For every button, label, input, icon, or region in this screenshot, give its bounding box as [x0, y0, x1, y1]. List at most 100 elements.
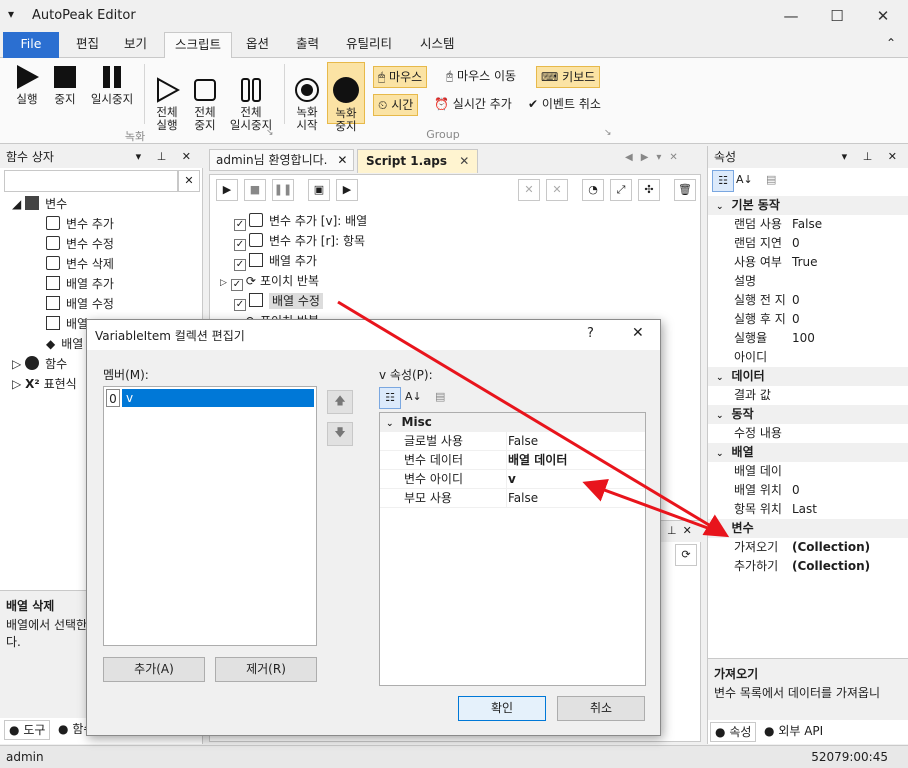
panel-controls-icon[interactable]: ▾ ⊥ ✕ [842, 146, 903, 168]
record-stop-button[interactable]: 녹화 중지 [327, 62, 365, 133]
system-menu-icon[interactable]: ▾ [8, 7, 14, 21]
script-line[interactable]: ▷✓⟳포이치 반복 [220, 271, 319, 291]
script-line[interactable]: ✓ 변수 추가 [v]: 배열 [234, 211, 367, 231]
property-value[interactable]: 0 [792, 310, 800, 329]
property-row[interactable]: 항목 위치 Last [708, 500, 908, 519]
panel-controls-icon[interactable]: ⊥✕ [667, 524, 698, 537]
script-pause-button[interactable]: ❚❚ [272, 179, 294, 201]
close-tab-icon[interactable]: ✕ [459, 154, 469, 168]
property-value[interactable]: 0 [792, 291, 800, 310]
dialog-property-row[interactable]: 글로벌 사용 False [380, 432, 645, 451]
property-category[interactable]: ⌄ 기본 동작 [708, 196, 908, 215]
tree-item-edit-array[interactable]: 배열 수정 [46, 294, 114, 314]
property-row[interactable]: 실행 후 지 0 [708, 310, 908, 329]
property-pages-icon[interactable]: ▤ [766, 173, 776, 186]
property-row[interactable]: 수정 내용 [708, 424, 908, 443]
minimize-button[interactable]: — [768, 0, 814, 32]
tab-system[interactable]: 시스템 [410, 32, 465, 58]
property-row[interactable]: 실행율 100 [708, 329, 908, 348]
property-value[interactable]: (Collection) [792, 557, 870, 576]
property-value[interactable]: (Collection) [792, 538, 870, 557]
script-run-button[interactable]: ▶ [216, 179, 238, 201]
property-row[interactable]: 사용 여부 True [708, 253, 908, 272]
script-line[interactable]: ✓ 변수 추가 [r]: 항목 [234, 231, 365, 251]
pause-button[interactable]: 일시중지 [84, 64, 140, 106]
line-checkbox[interactable]: ✓ [234, 259, 246, 271]
mouse-toggle[interactable]: 🖱 마우스 [373, 66, 428, 88]
dialog-categorized-button[interactable]: ☷ [379, 387, 401, 409]
script-expand-button[interactable]: ⤢ [610, 179, 632, 201]
maximize-button[interactable]: ☐ [814, 0, 860, 32]
keyboard-toggle[interactable]: ⌨ 키보드 [536, 66, 601, 88]
run-button[interactable]: 실행 [8, 64, 46, 106]
member-item[interactable]: 0 v [106, 389, 314, 407]
help-button[interactable]: ? [587, 326, 594, 341]
mouse-move-toggle[interactable]: 🖰 마우스 이동 [442, 66, 520, 88]
move-up-button[interactable]: 🡅 [327, 390, 353, 414]
refresh-button[interactable]: ⟳ [675, 544, 697, 566]
tab-script[interactable]: 스크립트 [164, 32, 233, 59]
dialog-alphabetical-icon[interactable]: A↓ [405, 390, 422, 403]
add-member-button[interactable]: 추가(A) [103, 657, 205, 682]
property-value[interactable]: Last [792, 500, 817, 519]
dialog-property-row[interactable]: 변수 아이디 v [380, 470, 645, 489]
event-cancel-toggle[interactable]: ✔ 이벤트 취소 [524, 94, 605, 116]
alphabetical-view-icon[interactable]: A↓ [736, 173, 753, 186]
script-step-button[interactable]: ▣ [308, 179, 330, 201]
script-timer-button[interactable]: ◔ [582, 179, 604, 201]
property-category[interactable]: ⌄ 동작 [708, 405, 908, 424]
script-line[interactable]: ✓ 배열 추가 [234, 251, 317, 271]
property-row[interactable]: 배열 데이 [708, 462, 908, 481]
panel-controls-icon[interactable]: ▾ ⊥ ✕ [136, 146, 197, 168]
script-stop-button[interactable]: ■ [244, 179, 266, 201]
property-row[interactable]: 결과 값 [708, 386, 908, 405]
tab-external-api[interactable]: ● 외부 API [760, 722, 827, 742]
dialog-property-pages-icon[interactable]: ▤ [435, 390, 445, 403]
property-row[interactable]: 랜덤 사용 False [708, 215, 908, 234]
ok-button[interactable]: 확인 [458, 696, 546, 721]
tree-item-edit-variable[interactable]: 변수 수정 [46, 234, 114, 254]
tab-scroll-arrows-icon[interactable]: ◀▶▾✕ [625, 152, 686, 163]
tab-options[interactable]: 옵션 [236, 32, 279, 58]
tab-properties[interactable]: ● 속성 [710, 722, 757, 742]
property-row[interactable]: 추가하기 (Collection) [708, 557, 908, 576]
tab-view[interactable]: 보기 [114, 32, 157, 58]
dialog-property-value[interactable]: v [508, 470, 516, 489]
tree-node-expressions[interactable]: ▷ X² 표현식 [12, 374, 77, 394]
script-close-b-button[interactable]: ✕ [546, 179, 568, 201]
time-toggle[interactable]: ⏲ 시간 [373, 94, 419, 116]
property-row[interactable]: 랜덤 지연 0 [708, 234, 908, 253]
property-category[interactable]: ⌄ 변수 [708, 519, 908, 538]
cancel-button[interactable]: 취소 [557, 696, 645, 721]
line-checkbox[interactable]: ✓ [234, 219, 246, 231]
dialog-launcher-icon[interactable]: ↘ [604, 128, 612, 138]
category-misc[interactable]: ⌄ Misc [380, 413, 645, 432]
dialog-property-value[interactable]: False [508, 432, 538, 451]
property-value[interactable]: False [792, 215, 822, 234]
script-close-a-button[interactable]: ✕ [518, 179, 540, 201]
property-category[interactable]: ⌄ 데이터 [708, 367, 908, 386]
clear-search-icon[interactable]: ✕ [178, 170, 200, 192]
line-checkbox[interactable]: ✓ [234, 239, 246, 251]
realtime-add-toggle[interactable]: ⏰ 실시간 추가 [430, 94, 516, 116]
tree-item-add-variable[interactable]: 변수 추가 [46, 214, 114, 234]
script-play-frame-button[interactable]: ▶ [336, 179, 358, 201]
tab-tools[interactable]: ● 도구 [4, 720, 51, 740]
tree-node-functions[interactable]: ▷ 함수 [12, 354, 67, 374]
tree-item-add-array[interactable]: 배열 추가 [46, 274, 114, 294]
property-row[interactable]: 배열 위치 0 [708, 481, 908, 500]
script-delete-button[interactable]: 🗑 [674, 179, 696, 201]
tree-item-array-sort[interactable]: ◆ 배열 [46, 334, 83, 354]
close-window-button[interactable]: ✕ [860, 0, 906, 32]
property-category[interactable]: ⌄ 배열 [708, 443, 908, 462]
tab-welcome[interactable]: admin님 환영합니다. ✕ [209, 149, 355, 171]
line-checkbox[interactable]: ✓ [230, 279, 243, 291]
dialog-property-value[interactable]: False [508, 489, 538, 508]
tree-node-variables[interactable]: ◢ 변수 [12, 194, 67, 214]
function-search-input[interactable] [4, 170, 178, 192]
stop-button[interactable]: 중지 [46, 64, 84, 106]
tab-output[interactable]: 출력 [286, 32, 329, 58]
move-down-button[interactable]: 🡇 [327, 422, 353, 446]
property-value[interactable]: 100 [792, 329, 815, 348]
dialog-property-value[interactable]: 배열 데이터 [508, 451, 567, 470]
